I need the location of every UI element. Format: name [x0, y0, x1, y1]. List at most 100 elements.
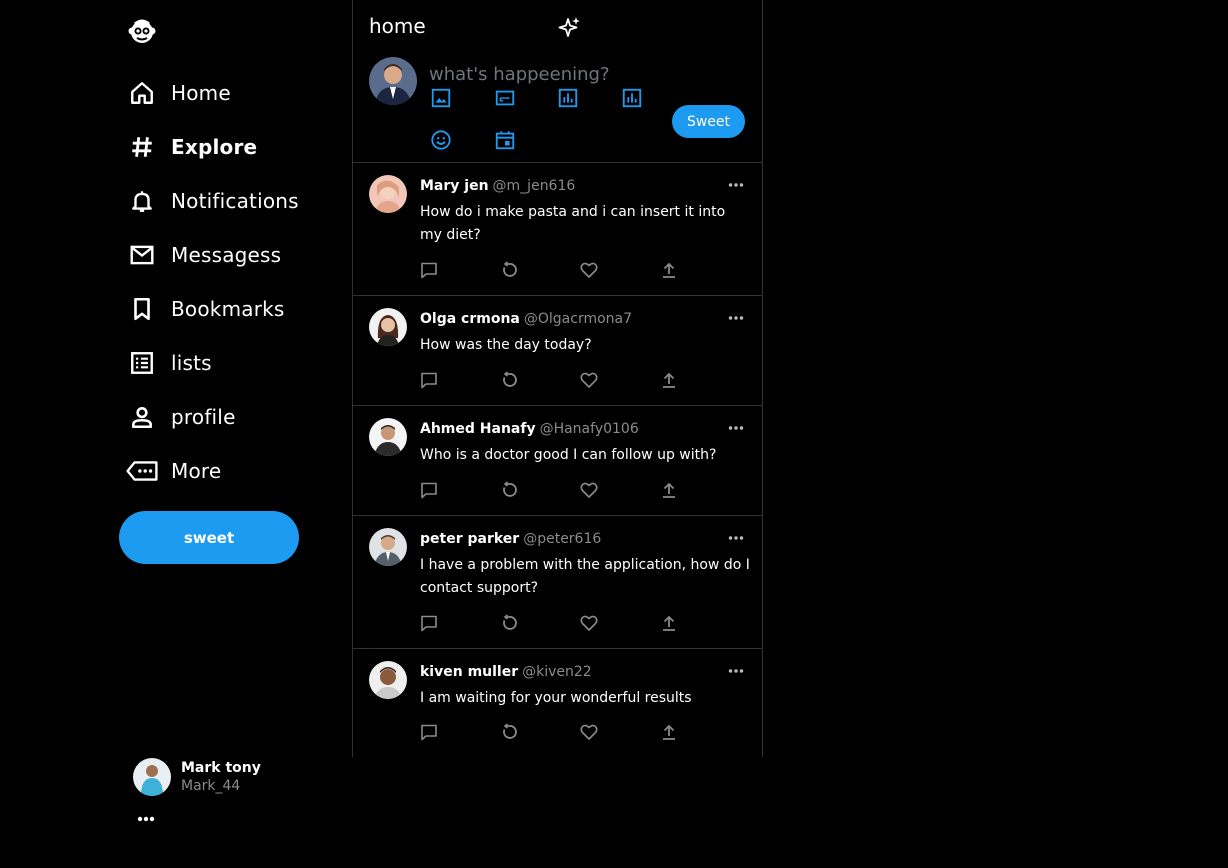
share-icon[interactable] — [660, 481, 678, 499]
sidebar-item-label: Home — [171, 81, 231, 105]
sidebar-item-notifications[interactable]: Notifications — [126, 174, 299, 228]
post[interactable]: Ahmed Hanafy @Hanafy0106 Who is a doctor … — [353, 406, 762, 516]
share-icon[interactable] — [660, 261, 678, 279]
sidebar-item-messages[interactable]: Messagess — [126, 228, 299, 282]
more-dots-icon[interactable] — [728, 315, 744, 321]
post-actions — [420, 614, 680, 632]
heart-icon[interactable] — [580, 614, 598, 632]
compose-input[interactable] — [429, 62, 729, 86]
sweet-button[interactable]: sweet — [119, 511, 299, 564]
share-icon[interactable] — [660, 614, 678, 632]
more-dots-icon[interactable] — [728, 668, 744, 674]
post-text: How was the day today? — [420, 337, 592, 353]
post[interactable]: Olga crmona @Olgacrmona7 How was the day … — [353, 296, 762, 406]
reply-icon[interactable] — [420, 723, 438, 741]
post-author-handle[interactable]: @peter616 — [523, 531, 601, 547]
post-actions — [420, 481, 680, 499]
more-dots-icon[interactable] — [137, 814, 155, 824]
image-icon[interactable] — [430, 87, 452, 109]
post-author-handle[interactable]: @m_jen616 — [493, 178, 576, 194]
heart-icon[interactable] — [580, 371, 598, 389]
gif-icon[interactable] — [494, 87, 516, 109]
post-author-handle[interactable]: @Hanafy0106 — [540, 421, 639, 437]
share-icon[interactable] — [660, 723, 678, 741]
post-text: Who is a doctor good I can follow up wit… — [420, 447, 717, 463]
user-handle: Mark_44 — [181, 778, 241, 794]
post-author-name[interactable]: Mary jen — [420, 178, 489, 194]
more-dots-icon[interactable] — [728, 182, 744, 188]
mail-icon — [126, 239, 158, 271]
page-title: home — [369, 14, 426, 38]
sidebar-item-label: Messagess — [171, 243, 282, 267]
timeline-header: home — [353, 0, 762, 52]
reply-icon[interactable] — [420, 261, 438, 279]
account-switcher[interactable]: Mark tony Mark_44 — [133, 758, 261, 796]
avatar — [133, 758, 171, 796]
sidebar-item-explore[interactable]: Explore — [126, 120, 299, 174]
user-info: Mark tony Mark_44 — [181, 760, 261, 794]
retweet-icon[interactable] — [500, 371, 518, 389]
list-icon — [126, 347, 158, 379]
heart-icon[interactable] — [580, 261, 598, 279]
post-header: peter parker @peter616 — [420, 531, 601, 547]
post-author-name[interactable]: Olga crmona — [420, 311, 520, 327]
post-header: Olga crmona @Olgacrmona7 — [420, 311, 632, 327]
sidebar-nav: Home Explore Notifications Messagess Boo… — [126, 66, 299, 498]
emoji-icon[interactable] — [430, 129, 452, 151]
post-text: I am waiting for your wonderful results — [420, 690, 692, 706]
post[interactable]: Mary jen @m_jen616 How do i make pasta an… — [353, 163, 762, 296]
home-icon — [126, 77, 158, 109]
sidebar-item-label: lists — [171, 351, 212, 375]
sidebar-item-home[interactable]: Home — [126, 66, 299, 120]
poll-icon[interactable] — [621, 87, 643, 109]
post-actions — [420, 371, 680, 389]
post-header: kiven muller @kiven22 — [420, 664, 592, 680]
monkey-logo-icon[interactable] — [126, 16, 158, 48]
post-author-name[interactable]: kiven muller — [420, 664, 518, 680]
avatar — [369, 57, 417, 105]
hashtag-icon — [126, 131, 158, 163]
sweet-post-button[interactable]: Sweet — [672, 105, 745, 138]
share-icon[interactable] — [660, 371, 678, 389]
sidebar-item-bookmarks[interactable]: Bookmarks — [126, 282, 299, 336]
reply-icon[interactable] — [420, 371, 438, 389]
more-tag-icon — [126, 455, 158, 487]
post[interactable]: peter parker @peter616 I have a problem w… — [353, 516, 762, 649]
sidebar-item-profile[interactable]: profile — [126, 390, 299, 444]
post[interactable]: kiven muller @kiven22 I am waiting for yo… — [353, 649, 762, 757]
post-author-handle[interactable]: @kiven22 — [522, 664, 592, 680]
post-text: I have a problem with the application, h… — [420, 557, 750, 596]
post-actions — [420, 723, 680, 741]
retweet-icon[interactable] — [500, 481, 518, 499]
post-author-name[interactable]: peter parker — [420, 531, 519, 547]
sidebar-item-label: Explore — [171, 135, 258, 159]
sidebar-item-label: More — [171, 459, 222, 483]
post-author-handle[interactable]: @Olgacrmona7 — [524, 311, 632, 327]
retweet-icon[interactable] — [500, 261, 518, 279]
main-timeline: home Sweet Mary jen@m_jen616 How do — [352, 0, 763, 757]
composer: Sweet — [353, 52, 762, 163]
heart-icon[interactable] — [580, 723, 598, 741]
retweet-icon[interactable] — [500, 614, 518, 632]
avatar — [369, 528, 407, 566]
sparkle-icon[interactable] — [558, 15, 582, 39]
reply-icon[interactable] — [420, 614, 438, 632]
post-header: Mary jen @m_jen616 — [420, 178, 575, 194]
person-icon — [126, 401, 158, 433]
heart-icon[interactable] — [580, 481, 598, 499]
feed: Mary jen @m_jen616 How do i make pasta an… — [353, 163, 762, 757]
post-author-name[interactable]: Ahmed Hanafy — [420, 421, 536, 437]
sidebar-item-more[interactable]: More — [126, 444, 299, 498]
user-name: Mark tony — [181, 760, 261, 776]
more-dots-icon[interactable] — [728, 535, 744, 541]
retweet-icon[interactable] — [500, 723, 518, 741]
schedule-icon[interactable] — [494, 129, 516, 151]
reply-icon[interactable] — [420, 481, 438, 499]
sidebar-item-lists[interactable]: lists — [126, 336, 299, 390]
avatar — [369, 175, 407, 213]
more-dots-icon[interactable] — [728, 425, 744, 431]
avatar — [369, 418, 407, 456]
poll-icon[interactable] — [557, 87, 579, 109]
post-header: Ahmed Hanafy @Hanafy0106 — [420, 421, 639, 437]
post-actions — [420, 261, 680, 279]
